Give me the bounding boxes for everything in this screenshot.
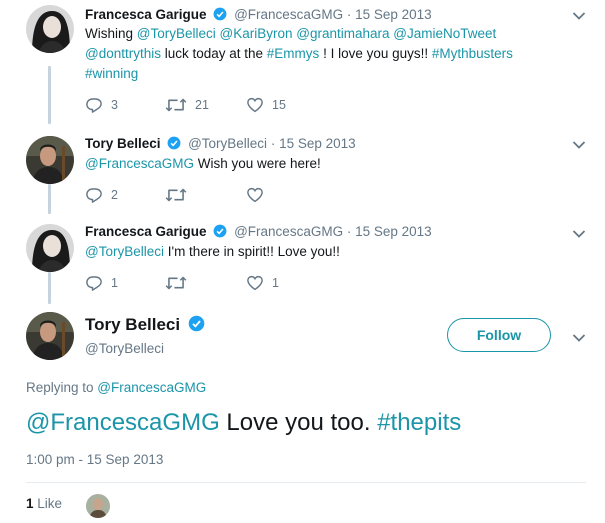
- reply-icon: [86, 188, 102, 203]
- hashtag-link[interactable]: #Emmys: [267, 46, 320, 61]
- tweet-actions: 1 1: [85, 273, 385, 293]
- retweet-button[interactable]: [165, 273, 187, 293]
- author-name[interactable]: Francesca Garigue: [85, 7, 207, 22]
- like-button[interactable]: 1: [246, 273, 279, 293]
- author-handle[interactable]: @FrancescaGMG: [234, 224, 343, 239]
- mention-link[interactable]: @FrancescaGMG: [97, 380, 206, 395]
- heart-icon: [247, 187, 263, 203]
- tweet-header: Francesca Garigue @FrancescaGMG · 15 Sep…: [85, 223, 432, 241]
- heart-icon: [247, 97, 263, 113]
- verified-icon: [213, 7, 227, 21]
- author-name[interactable]: Tory Belleci: [85, 136, 161, 151]
- chevron-down-icon[interactable]: [572, 229, 586, 239]
- chevron-down-icon[interactable]: [572, 333, 586, 343]
- retweet-icon: [165, 188, 187, 202]
- like-button[interactable]: [246, 185, 264, 205]
- tweet-date[interactable]: 15 Sep 2013: [355, 224, 432, 239]
- reply-count: 1: [111, 276, 118, 290]
- tweet-actions: 3 21 15: [85, 95, 385, 115]
- mention-link[interactable]: @donttrythis: [85, 46, 161, 61]
- separator-dot: ·: [346, 7, 352, 22]
- tweet-text: @FrancescaGMG Wish you were here!: [85, 156, 321, 171]
- heart-icon: [247, 275, 263, 291]
- thread-line: [48, 272, 51, 304]
- hashtag-link[interactable]: #Mythbusters: [432, 46, 513, 61]
- tweet-text: Wishing @ToryBelleci @KariByron @grantim…: [85, 26, 513, 81]
- replying-to: Replying to @FrancescaGMG: [26, 380, 207, 395]
- author-handle[interactable]: @FrancescaGMG: [234, 7, 343, 22]
- avatar[interactable]: [26, 5, 74, 53]
- tweet-text: @FrancescaGMG Love you too. #thepits: [26, 409, 462, 436]
- mention-link[interactable]: @grantimahara: [296, 26, 389, 41]
- reply-button[interactable]: 2: [85, 185, 118, 205]
- reply-button[interactable]: 1: [85, 273, 118, 293]
- chevron-down-icon[interactable]: [572, 140, 586, 150]
- verified-icon: [188, 315, 205, 332]
- thread-line: [48, 66, 51, 124]
- tweet-header: Tory Belleci @ToryBelleci · 15 Sep 2013: [85, 135, 356, 153]
- liker-avatar[interactable]: [86, 494, 110, 518]
- reply-count: 3: [111, 98, 118, 112]
- tweet-date[interactable]: 15 Sep 2013: [355, 7, 432, 22]
- author-handle[interactable]: @ToryBelleci: [188, 136, 267, 151]
- verified-icon: [213, 224, 227, 238]
- like-count: 15: [272, 98, 286, 112]
- reply-count: 2: [111, 188, 118, 202]
- avatar[interactable]: [26, 312, 74, 360]
- author-name[interactable]: Francesca Garigue: [85, 224, 207, 239]
- retweet-count: 21: [195, 98, 209, 112]
- reply-button[interactable]: 3: [85, 95, 118, 115]
- retweet-button[interactable]: [165, 185, 187, 205]
- like-button[interactable]: 15: [246, 95, 286, 115]
- tweet-header: Francesca Garigue @FrancescaGMG · 15 Sep…: [85, 6, 432, 24]
- author-handle[interactable]: @ToryBelleci: [85, 341, 164, 356]
- verified-icon: [167, 136, 181, 150]
- author-name[interactable]: Tory Belleci: [85, 315, 208, 335]
- tweet-actions: 2: [85, 185, 385, 205]
- reply-icon: [86, 98, 102, 113]
- mention-link[interactable]: @KariByron: [220, 26, 293, 41]
- like-count: 1: [272, 276, 279, 290]
- tweet-text: @ToryBelleci I'm there in spirit!! Love …: [85, 244, 340, 259]
- separator-dot: ·: [346, 224, 352, 239]
- reply-icon: [86, 276, 102, 291]
- follow-button[interactable]: Follow: [447, 318, 551, 352]
- hashtag-link[interactable]: #winning: [85, 66, 138, 81]
- like-count: 1: [26, 496, 34, 511]
- tweet-date[interactable]: 15 Sep 2013: [279, 136, 356, 151]
- retweet-icon: [165, 276, 187, 290]
- avatar[interactable]: [26, 224, 74, 272]
- likes-stat[interactable]: 1 Like: [26, 496, 62, 511]
- mention-link[interactable]: @ToryBelleci: [137, 26, 216, 41]
- mention-link[interactable]: @FrancescaGMG: [26, 409, 220, 436]
- tweet-timestamp[interactable]: 1:00 pm - 15 Sep 2013: [26, 452, 163, 467]
- thread-line: [48, 184, 51, 214]
- divider: [26, 482, 586, 483]
- retweet-button[interactable]: 21: [165, 95, 209, 115]
- chevron-down-icon[interactable]: [572, 11, 586, 21]
- mention-link[interactable]: @ToryBelleci: [85, 244, 164, 259]
- avatar[interactable]: [26, 136, 74, 184]
- retweet-icon: [165, 98, 187, 112]
- hashtag-link[interactable]: #thepits: [377, 409, 461, 436]
- mention-link[interactable]: @JamieNoTweet: [393, 26, 496, 41]
- separator-dot: ·: [270, 136, 276, 151]
- mention-link[interactable]: @FrancescaGMG: [85, 156, 194, 171]
